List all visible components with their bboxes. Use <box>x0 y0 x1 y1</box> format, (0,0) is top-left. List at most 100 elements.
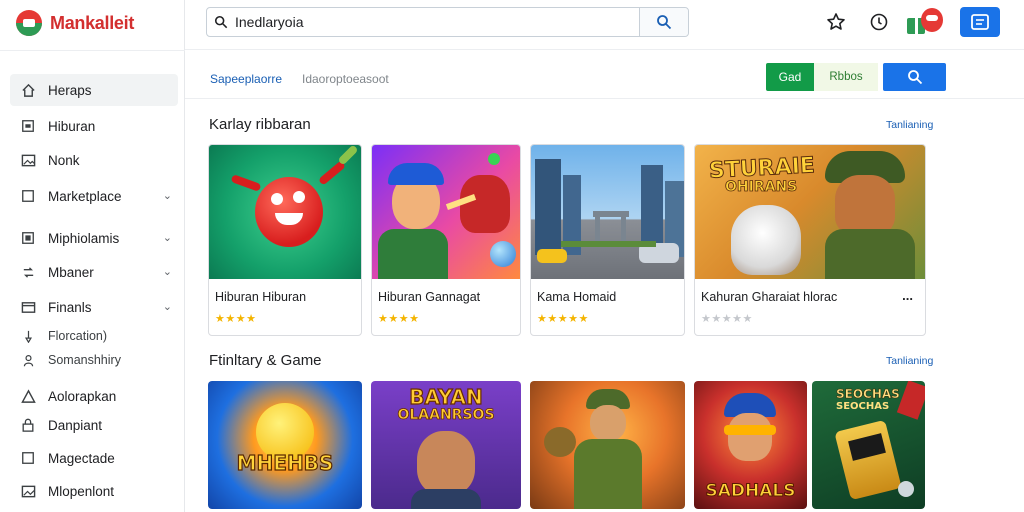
sidebar-item-finanls[interactable]: Finanls ⌄ <box>10 291 178 323</box>
game-tile[interactable] <box>530 381 685 509</box>
person-icon <box>20 352 36 368</box>
logo-text: OHIRANS <box>725 179 798 196</box>
search-input[interactable] <box>235 14 630 30</box>
light-button[interactable]: Rbbos <box>814 63 878 91</box>
sidebar-item-mbaner[interactable]: Mbaner ⌄ <box>10 256 178 288</box>
box-icon <box>20 188 36 204</box>
green-button[interactable]: Gad <box>766 63 814 91</box>
tile-logo-text: SEOCHAS <box>836 401 890 412</box>
sidebar-item-label: Mlopenlont <box>48 483 115 499</box>
soldier-art <box>590 405 626 441</box>
rating-stars: ★★★★ <box>378 313 420 325</box>
lock-icon <box>20 417 36 433</box>
chevron-down-icon[interactable]: ⌄ <box>163 300 172 313</box>
more-options-button[interactable]: ... <box>902 288 913 303</box>
home-icon <box>20 82 36 98</box>
sidebar-divider <box>0 50 185 51</box>
sidebar-item-label: Danpiant <box>48 417 103 433</box>
chevron-down-icon[interactable]: ⌄ <box>163 231 172 244</box>
square-icon <box>20 450 36 466</box>
tile-logo-text: BAYAN <box>409 384 484 409</box>
search-icon <box>657 15 672 30</box>
sidebar-item-label: Miphiolamis <box>48 230 120 246</box>
rating-stars: ★★★★★ <box>537 313 589 325</box>
game-tile[interactable]: SEOCHAS SEOCHAS <box>812 381 925 509</box>
sidebar-item-label: Mbaner <box>48 264 94 280</box>
gift-mascot-icon[interactable] <box>907 8 943 36</box>
sidebar-item-danpiant[interactable]: Danpiant <box>10 409 178 441</box>
search-button[interactable] <box>639 8 688 36</box>
gift-ribbon <box>915 18 918 34</box>
sidebar-item-label: Heraps <box>48 82 92 98</box>
section-title: Ftinltary & Game <box>209 352 322 369</box>
sidebar-item-magectade[interactable]: Magectade <box>10 442 178 474</box>
brand-logo-icon <box>16 10 42 36</box>
rating-stars: ★★★★★ <box>701 313 753 325</box>
sidebar-item-nonk[interactable]: Nonk <box>10 144 178 176</box>
subbar-hint: Idaoroptoeasoot <box>302 72 389 86</box>
section-more-link[interactable]: Tanlianing <box>886 119 933 131</box>
account-button[interactable] <box>960 7 1000 37</box>
game-thumbnail <box>531 145 684 279</box>
image-icon <box>20 483 36 499</box>
search-box <box>206 7 689 37</box>
square-icon <box>20 118 36 134</box>
section-title: Karlay ribbaran <box>209 116 311 133</box>
game-card[interactable]: Hiburan Gannagat ★★★★ <box>371 144 521 336</box>
tile-logo-text: MHEHBS <box>236 450 334 475</box>
sidebar-item-heraps[interactable]: Heraps <box>10 74 178 106</box>
card-title: Hiburan Gannagat <box>378 290 481 304</box>
game-tile[interactable]: SADHALS <box>694 381 807 509</box>
favorites-icon[interactable] <box>825 11 847 33</box>
game-thumbnail <box>209 145 361 279</box>
game-tile[interactable]: BAYAN OLAANRSOS <box>371 381 521 509</box>
dog-art <box>731 205 801 275</box>
sidebar-item-somanshhiry[interactable]: Somanshhiry <box>10 344 178 376</box>
card-icon <box>20 299 36 315</box>
game-thumbnail: STURAIE OHIRANS <box>695 145 925 279</box>
sidebar-item-label: Marketplace <box>48 188 122 204</box>
sidebar-item-marketplace[interactable]: Marketplace ⌄ <box>10 180 178 212</box>
search-submit-button[interactable] <box>883 63 946 91</box>
top-bar <box>185 0 1024 50</box>
sidebar: Mankalleit Heraps Hiburan Nonk Marketpla… <box>0 0 185 512</box>
tile-logo-text: OLAANRSOS <box>397 407 495 424</box>
chevron-down-icon[interactable]: ⌄ <box>163 189 172 202</box>
pin-icon <box>20 328 36 344</box>
card-title: Kahuran Gharaiat hlorac <box>701 290 838 304</box>
sidebar-item-label: Somanshhiry <box>48 353 121 367</box>
sidebar-item-label: Magectade <box>48 450 115 466</box>
subbar-link[interactable]: Sapeeplaorre <box>210 72 282 86</box>
sidebar-item-mlopenlont[interactable]: Mlopenlont <box>10 475 178 507</box>
sidebar-item-label: Nonk <box>48 152 80 168</box>
game-tile[interactable]: MHEHBS <box>208 381 362 509</box>
sub-toolbar: Sapeeplaorre Idaoroptoeasoot Gad Rbbos <box>185 51 1024 99</box>
tile-logo-text: SADHALS <box>705 481 796 502</box>
triangle-icon <box>20 388 36 404</box>
card-title: Kama Homaid <box>537 290 617 304</box>
sidebar-item-hiburan[interactable]: Hiburan <box>10 110 178 142</box>
tile-logo-text: SEOCHAS <box>836 387 900 402</box>
character-face-art <box>728 413 772 461</box>
game-card[interactable]: STURAIE OHIRANS Kahuran Gharaiat hlorac … <box>694 144 926 336</box>
app-window: Mankalleit Heraps Hiburan Nonk Marketpla… <box>0 0 1024 512</box>
sidebar-item-aolorapkan[interactable]: Aolorapkan <box>10 380 178 412</box>
rating-stars: ★★★★ <box>215 313 257 325</box>
refresh-icon <box>20 264 36 280</box>
fox-soldier-art <box>835 175 895 235</box>
clock-icon[interactable] <box>868 11 890 33</box>
search-icon <box>207 15 235 29</box>
chevron-down-icon[interactable]: ⌄ <box>163 265 172 278</box>
search-icon <box>907 70 922 85</box>
image-icon <box>20 152 36 168</box>
sidebar-item-label: Florcation) <box>48 329 108 343</box>
game-card[interactable]: Hiburan Hiburan ★★★★ <box>208 144 362 336</box>
section-more-link[interactable]: Tanlianing <box>886 355 933 367</box>
card-title: Hiburan Hiburan <box>215 290 307 304</box>
game-card[interactable]: Kama Homaid ★★★★★ <box>530 144 685 336</box>
sidebar-item-miphiolamis[interactable]: Miphiolamis ⌄ <box>10 222 178 254</box>
game-thumbnail <box>372 145 520 279</box>
red-mascot-art <box>255 177 323 247</box>
grid-icon <box>20 230 36 246</box>
brand[interactable]: Mankalleit <box>16 8 134 38</box>
